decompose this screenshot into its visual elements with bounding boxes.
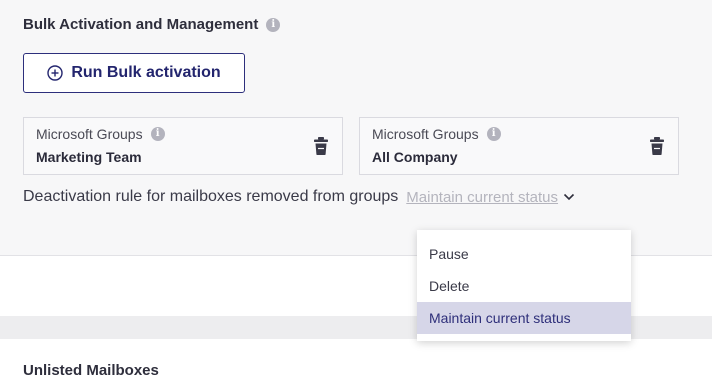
run-bulk-activation-button[interactable]: Run Bulk activation [23,53,245,93]
group-name: All Company [372,149,458,165]
deactivation-rule-select[interactable]: Maintain current status [406,189,575,206]
deactivation-rule-dropdown: Pause Delete Maintain current status [417,230,631,341]
section-header: Bulk Activation and Management i [23,16,281,33]
group-name: Marketing Team [36,149,142,165]
group-card-label: Microsoft Groups [372,126,479,142]
section-title: Bulk Activation and Management [23,16,259,33]
group-card-marketing: Microsoft Groups i Marketing Team [23,117,343,175]
info-icon[interactable]: i [486,127,501,141]
group-card-label: Microsoft Groups [36,126,143,142]
group-card-header: Microsoft Groups i [36,126,165,142]
dropdown-option-maintain-current-status[interactable]: Maintain current status [417,302,631,334]
dropdown-option-delete[interactable]: Delete [417,270,631,302]
plus-circle-icon [47,65,64,81]
group-card-all-company: Microsoft Groups i All Company [359,117,679,175]
unlisted-mailboxes-title: Unlisted Mailboxes [23,362,159,379]
info-icon[interactable]: i [266,17,281,32]
run-bulk-activation-label: Run Bulk activation [71,64,221,81]
group-card-header: Microsoft Groups i [372,126,501,142]
deactivation-rule-label: Deactivation rule for mailboxes removed … [23,188,399,205]
chevron-down-icon [563,193,575,201]
dropdown-option-pause[interactable]: Pause [417,238,631,270]
info-icon[interactable]: i [150,127,165,141]
deactivation-rule-row: Deactivation rule for mailboxes removed … [23,188,575,206]
trash-icon[interactable] [649,136,665,156]
trash-icon[interactable] [313,136,329,156]
bulk-activation-panel: Bulk Activation and Management i Run Bul… [0,0,712,256]
deactivation-rule-value: Maintain current status [406,188,559,206]
